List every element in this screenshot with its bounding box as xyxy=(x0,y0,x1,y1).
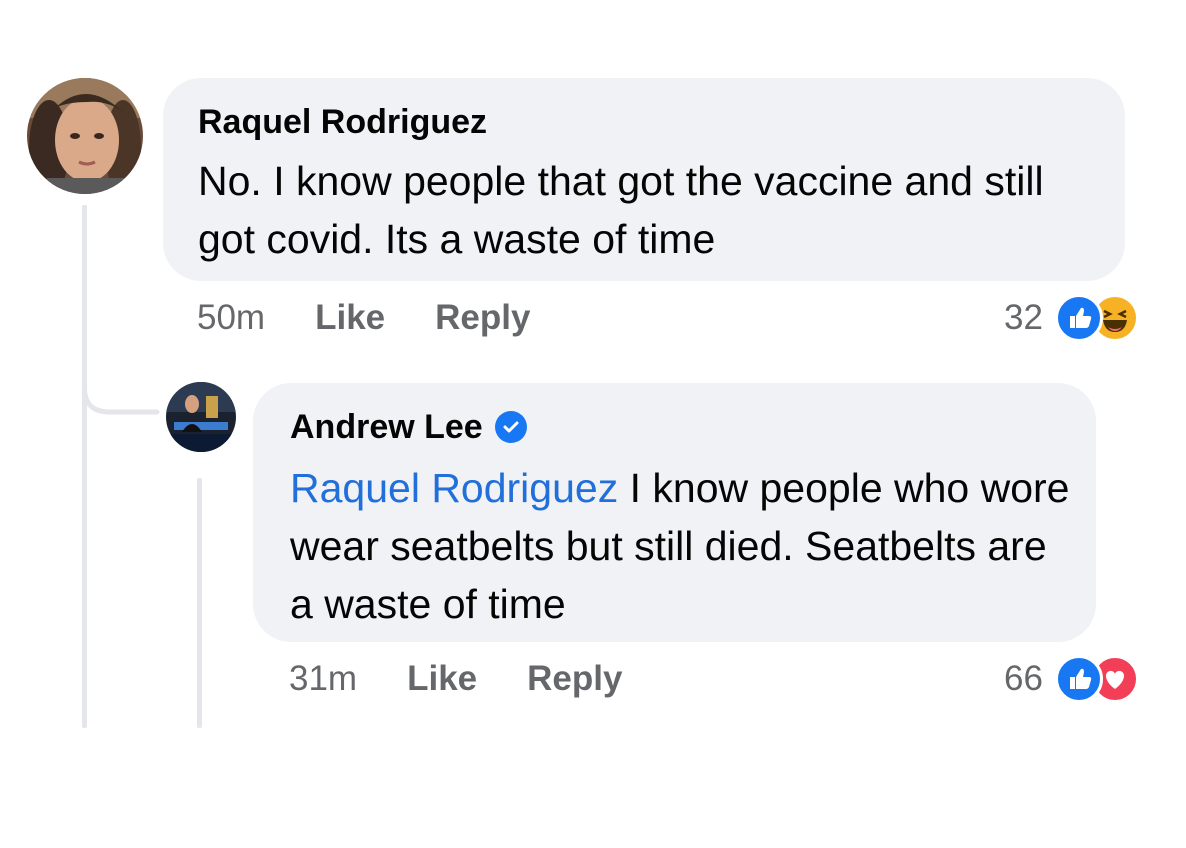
thread-line-main xyxy=(82,205,87,728)
reply-actions: 31m Like Reply xyxy=(289,659,672,699)
reply-like-button[interactable]: Like xyxy=(407,659,477,699)
avatar-raquel[interactable] xyxy=(27,78,143,194)
reply-reactions[interactable]: 66 xyxy=(1004,655,1139,703)
reply-author-name[interactable]: Andrew Lee xyxy=(290,407,1096,447)
reply-mention-link[interactable]: Raquel Rodriguez xyxy=(290,465,618,511)
avatar-photo xyxy=(27,78,143,194)
verified-badge-icon xyxy=(494,411,527,443)
comment-author-name[interactable]: Raquel Rodriguez xyxy=(198,102,1125,142)
thread-line-reply xyxy=(197,478,202,728)
comment-bubble: Raquel Rodriguez No. I know people that … xyxy=(163,78,1125,281)
comment-timestamp[interactable]: 50m xyxy=(197,298,265,338)
reply-reply-button[interactable]: Reply xyxy=(527,659,622,699)
reply-timestamp[interactable]: 31m xyxy=(289,659,357,699)
thread-branch xyxy=(82,360,160,415)
like-icon xyxy=(1054,655,1103,703)
reply-author-label: Andrew Lee xyxy=(290,408,483,446)
comment-text: No. I know people that got the vaccine a… xyxy=(198,158,1044,262)
like-icon xyxy=(1054,294,1103,342)
comment-reaction-count: 32 xyxy=(1004,298,1043,337)
reply-reaction-count: 66 xyxy=(1004,659,1043,698)
reply-bubble: Andrew Lee Raquel Rodriguez I know peopl… xyxy=(253,383,1096,642)
avatar-andrew[interactable] xyxy=(166,382,236,452)
comment-like-button[interactable]: Like xyxy=(315,298,385,338)
comment-actions: 50m Like Reply xyxy=(197,298,580,338)
comment-reactions[interactable]: 32 xyxy=(1004,294,1139,342)
avatar-photo xyxy=(166,382,236,452)
reply-text: Raquel Rodriguez I know people who wore … xyxy=(290,459,1080,633)
comment-reply-button[interactable]: Reply xyxy=(435,298,530,338)
